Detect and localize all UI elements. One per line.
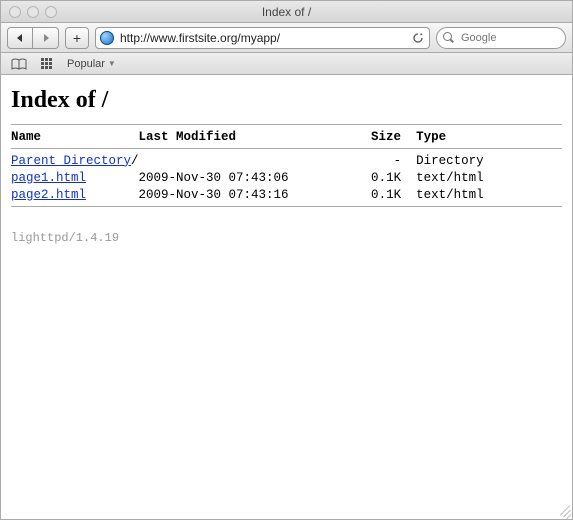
nav-buttons: [7, 27, 59, 49]
listing-row: page1.html 2009-Nov-30 07:43:06 0.1K tex…: [11, 170, 562, 187]
listing-header: Name Last Modified Size Type: [11, 129, 562, 146]
top-sites-icon[interactable]: [41, 58, 53, 70]
address-bar[interactable]: [95, 27, 430, 49]
search-icon: [443, 32, 455, 44]
url-input[interactable]: [118, 30, 407, 46]
close-icon[interactable]: [9, 6, 21, 18]
back-button[interactable]: [7, 27, 33, 49]
popular-label: Popular: [67, 58, 105, 70]
link-page2-html[interactable]: page2.html: [11, 188, 86, 202]
listing-row: page2.html 2009-Nov-30 07:43:16 0.1K tex…: [11, 187, 562, 204]
link-page1-html[interactable]: page1.html: [11, 171, 86, 185]
popular-menu[interactable]: Popular ▼: [67, 58, 116, 70]
window-title: Index of /: [1, 5, 572, 19]
search-bar[interactable]: [436, 27, 566, 49]
divider: [11, 124, 562, 125]
minimize-icon[interactable]: [27, 6, 39, 18]
reload-button[interactable]: [411, 31, 425, 45]
traffic-lights: [9, 6, 57, 18]
book-icon[interactable]: [11, 58, 27, 70]
divider: [11, 148, 562, 149]
search-input[interactable]: [459, 31, 573, 45]
divider: [11, 206, 562, 207]
add-bookmark-button[interactable]: +: [65, 27, 89, 49]
titlebar[interactable]: Index of /: [1, 1, 572, 23]
forward-icon: [41, 33, 51, 43]
reload-icon: [412, 32, 424, 44]
zoom-icon[interactable]: [45, 6, 57, 18]
link-parent-directory[interactable]: Parent Directory: [11, 154, 131, 168]
listing-row: Parent Directory/ - Directory: [11, 153, 562, 170]
bookmarks-bar: Popular ▼: [1, 53, 572, 75]
server-info: lighttpd/1.4.19: [1, 231, 572, 245]
page-content: Index of / Name Last Modified Size Type …: [1, 75, 572, 219]
toolbar: +: [1, 23, 572, 53]
back-icon: [15, 33, 25, 43]
site-icon: [100, 31, 114, 45]
forward-button[interactable]: [33, 27, 59, 49]
directory-listing: Name Last Modified Size Type Parent Dire…: [11, 124, 562, 207]
resize-handle[interactable]: [556, 503, 570, 517]
browser-window: Index of / + Popular ▼: [0, 0, 573, 520]
page-title: Index of /: [11, 87, 562, 114]
chevron-down-icon: ▼: [108, 59, 116, 68]
